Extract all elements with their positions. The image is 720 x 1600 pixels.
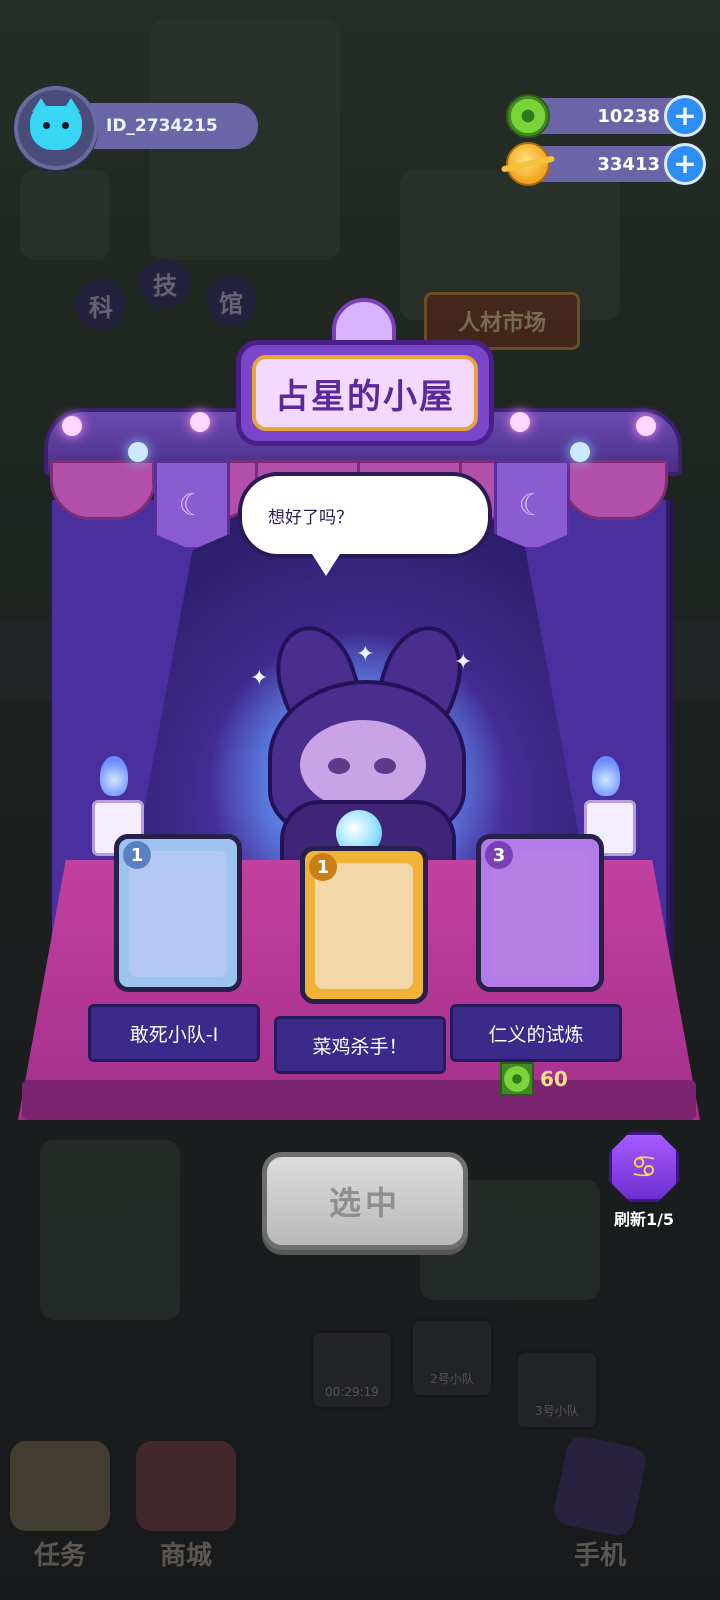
donut-coin-icon (500, 1062, 534, 1096)
cat-avatar-icon (30, 98, 82, 150)
refresh-button[interactable]: ♋ 刷新1/5 (600, 1132, 688, 1230)
refresh-label: 刷新1/5 (613, 1210, 675, 1229)
player-id: ID_2734215 (80, 103, 258, 149)
refresh-cost-value: 60 (540, 1067, 568, 1091)
moon-banner-icon: ☾ (154, 460, 230, 550)
planet-coin-icon (315, 863, 413, 989)
blue-flame-icon (100, 756, 128, 796)
booth-title-plaque: 占星的小屋 (236, 298, 494, 450)
fortune-card-3[interactable]: 3 (476, 834, 604, 992)
light-bulb-icon (62, 416, 82, 436)
planet-coin-icon (506, 142, 550, 186)
moon-banner-icon: ☾ (494, 460, 570, 550)
booth-title: 占星的小屋 (252, 355, 478, 431)
card-level-badge: 1 (123, 841, 151, 869)
light-bulb-icon (510, 412, 530, 432)
card-name-3[interactable]: 仁义的试炼 (450, 1004, 622, 1062)
fortune-card-1[interactable]: 1 (114, 834, 242, 992)
avatar[interactable] (14, 86, 98, 170)
mystery-book-icon (491, 851, 589, 977)
sparkle-icon: ✦ (454, 650, 473, 675)
light-bulb-icon (636, 416, 656, 436)
flashlight-icon (129, 851, 227, 977)
player-info[interactable]: ID_2734215 (14, 86, 258, 170)
currency-donut: 10238 + (506, 94, 706, 138)
speech-text: 想好了吗？ (268, 507, 353, 528)
currency-planet: 33413 + (506, 142, 706, 186)
card-name-1[interactable]: 敢死小队-I (88, 1004, 260, 1062)
light-bulb-icon (190, 412, 210, 432)
card-name-2[interactable]: 菜鸡杀手！ (274, 1016, 446, 1074)
card-level-badge: 1 (309, 853, 337, 881)
sparkle-icon: ✦ (250, 666, 269, 691)
fortune-booth-panel: ☾ ☾ ✦ ✦ ✦ 占星的小屋 想好了吗？ 1 1 3 敢死小队-I 菜鸡杀手！… (18, 298, 700, 1120)
add-donut-button[interactable]: + (664, 95, 706, 137)
donut-coin-icon (506, 94, 550, 138)
fortune-card-2[interactable]: 1 (300, 846, 428, 1004)
card-level-badge: 3 (485, 841, 513, 869)
blue-flame-icon (592, 756, 620, 796)
light-bulb-icon (128, 442, 148, 462)
speech-bubble: 想好了吗？ (238, 472, 492, 576)
refresh-cost: 60 (500, 1062, 568, 1096)
select-button[interactable]: 选中 (262, 1152, 468, 1250)
sparkle-icon: ✦ (356, 642, 375, 667)
cancer-zodiac-icon: ♋ (609, 1132, 679, 1202)
add-planet-button[interactable]: + (664, 143, 706, 185)
light-bulb-icon (570, 442, 590, 462)
